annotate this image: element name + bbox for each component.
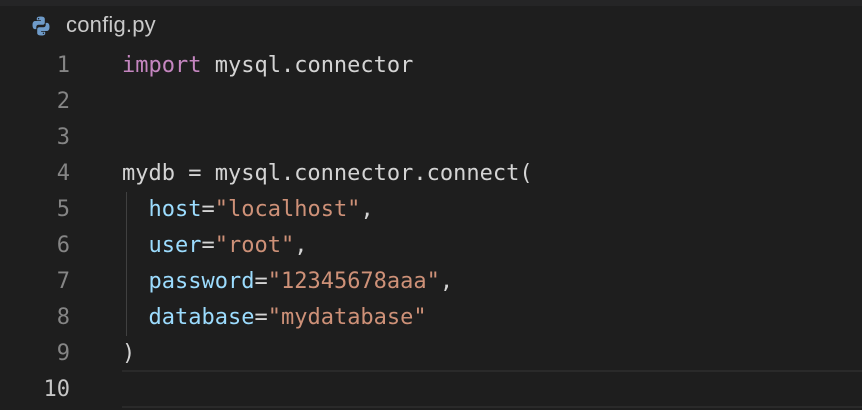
line-content: database="mydatabase" [122,300,427,336]
punctuation: , [439,269,454,294]
parameter-name: password [148,269,255,294]
line-number: 7 [56,269,70,294]
line-content: user="root", [122,228,308,264]
code-line[interactable]: 5 host="localhost", [0,192,862,228]
parameter-name: user [148,233,202,258]
indent-guide [126,192,127,336]
operator: = [201,233,215,258]
operator: = [201,197,215,222]
operator: = [254,269,268,294]
line-number: 1 [56,53,70,78]
line-content: password="12345678aaa", [122,264,454,300]
tab-filename: config.py [66,12,156,37]
code-line[interactable]: 9 ) [0,336,862,372]
line-number: 9 [56,341,70,366]
code-editor[interactable]: config.py 1 import mysql.connector 2 3 4… [0,0,862,410]
code-line[interactable]: 8 database="mydatabase" [0,300,862,336]
tab-config-py[interactable]: config.py [0,6,862,48]
code-line[interactable]: 4 mydb = mysql.connector.connect( [0,156,862,192]
parameter-name: host [148,197,202,222]
code-text: ) [122,341,136,366]
code-text: mydb = mysql.connector.connect( [122,161,533,186]
keyword: import [122,53,202,78]
code-line[interactable]: 1 import mysql.connector [0,48,862,84]
code-line[interactable]: 2 [0,84,862,120]
code-line[interactable]: 6 user="root", [0,228,862,264]
line-number: 4 [56,161,70,186]
line-number: 5 [56,197,70,222]
parameter-name: database [148,305,255,330]
line-number: 6 [56,233,70,258]
line-number: 10 [43,377,71,402]
line-content: ) [122,336,135,372]
current-line-highlight [122,370,862,408]
code-line[interactable]: 7 password="12345678aaa", [0,264,862,300]
punctuation: , [360,197,374,222]
string-literal: "12345678aaa" [267,269,440,294]
string-literal: "root" [214,233,295,258]
line-number: 8 [56,305,70,330]
line-content: import mysql.connector [122,48,413,84]
code-text: mysql.connector [201,53,414,78]
string-literal: "mydatabase" [267,305,427,330]
python-icon [32,16,50,36]
line-content: host="localhost", [122,192,374,228]
line-content: mydb = mysql.connector.connect( [122,156,533,192]
code-line-current[interactable]: 10 [0,370,862,408]
line-number: 2 [56,89,70,114]
line-number: 3 [56,125,70,150]
operator: = [254,305,268,330]
string-literal: "localhost" [214,197,361,222]
code-line[interactable]: 3 [0,120,862,156]
punctuation: , [294,233,308,258]
